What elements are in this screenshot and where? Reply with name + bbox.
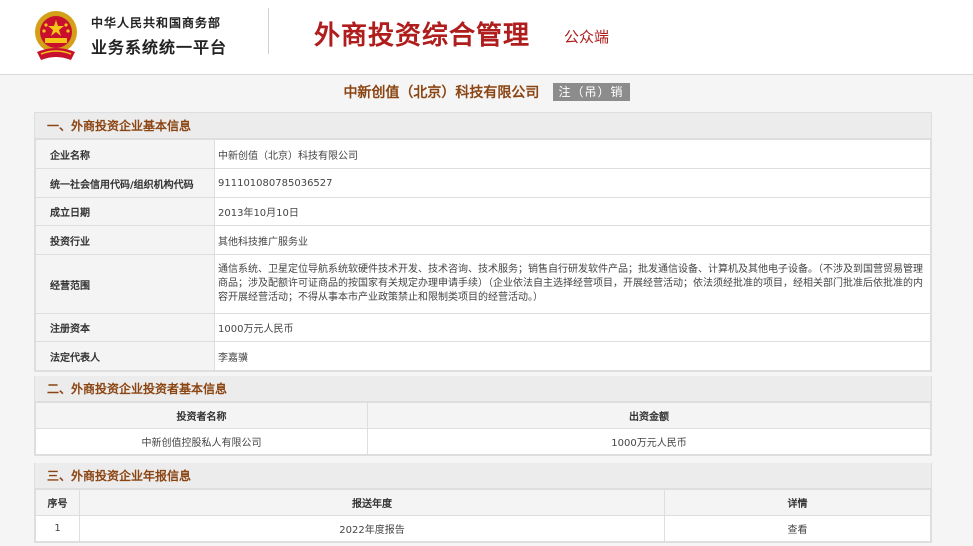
info-label: 企业名称 (35, 139, 215, 169)
header-divider (268, 8, 269, 54)
contribution-cell: 1000万元人民币 (367, 428, 931, 455)
view-details-link[interactable]: 查看 (788, 525, 808, 536)
info-value: 李嘉骥 (214, 341, 931, 371)
info-value: 911101080785036527 (214, 168, 931, 198)
annual-report-panel: 三、外商投资企业年报信息 序号 报送年度 详情 1 2022年度报告 查看 (34, 463, 932, 543)
info-value: 2013年10月10日 (214, 197, 931, 226)
section-title-annual-report: 三、外商投资企业年报信息 (35, 463, 931, 489)
view-details-cell: 查看 (664, 515, 931, 542)
app-subtitle: 公众端 (564, 28, 610, 46)
info-value: 其他科技推广服务业 (214, 225, 931, 255)
national-emblem-icon (35, 11, 77, 60)
investor-name-cell: 中新创值控股私人有限公司 (35, 428, 368, 455)
info-row-established-date: 成立日期 2013年10月10日 (35, 197, 931, 226)
info-value: 1000万元人民币 (214, 313, 931, 342)
basic-info-table: 企业名称 中新创值（北京）科技有限公司 统一社会信用代码/组织机构代码 9111… (35, 139, 931, 371)
main-content: 中新创值（北京）科技有限公司 注（吊）销 一、外商投资企业基本信息 企业名称 中… (0, 75, 973, 546)
info-label: 统一社会信用代码/组织机构代码 (35, 168, 215, 198)
company-bar: 中新创值（北京）科技有限公司 注（吊）销 (0, 81, 973, 107)
info-label: 经营范围 (35, 254, 215, 314)
investor-table: 投资者名称 出资金额 中新创值控股私人有限公司 1000万元人民币 (35, 402, 931, 455)
section-title-investor-info: 二、外商投资企业投资者基本信息 (35, 376, 931, 402)
info-row-industry: 投资行业 其他科技推广服务业 (35, 225, 931, 255)
status-badge: 注（吊）销 (552, 82, 630, 101)
table-row: 中新创值控股私人有限公司 1000万元人民币 (35, 428, 931, 455)
info-label: 投资行业 (35, 225, 215, 255)
table-header-row: 序号 报送年度 详情 (35, 489, 931, 516)
column-header-report-year: 报送年度 (79, 489, 665, 516)
info-row-company-name: 企业名称 中新创值（北京）科技有限公司 (35, 139, 931, 169)
info-label: 法定代表人 (35, 341, 215, 371)
org-name-line1: 中华人民共和国商务部 (91, 16, 222, 30)
column-header-investor-name: 投资者名称 (35, 402, 368, 429)
info-value: 通信系统、卫星定位导航系统软硬件技术开发、技术咨询、技术服务；销售自行研发软件产… (214, 254, 931, 314)
table-header-row: 投资者名称 出资金额 (35, 402, 931, 429)
info-row-legal-representative: 法定代表人 李嘉骥 (35, 341, 931, 371)
info-value: 中新创值（北京）科技有限公司 (214, 139, 931, 169)
info-label: 成立日期 (35, 197, 215, 226)
column-header-contribution: 出资金额 (367, 402, 931, 429)
annual-report-table: 序号 报送年度 详情 1 2022年度报告 查看 (35, 489, 931, 542)
info-row-credit-code: 统一社会信用代码/组织机构代码 911101080785036527 (35, 168, 931, 198)
investor-info-panel: 二、外商投资企业投资者基本信息 投资者名称 出资金额 中新创值控股私人有限公司 … (34, 376, 932, 456)
info-row-registered-capital: 注册资本 1000万元人民币 (35, 313, 931, 342)
report-year-cell: 2022年度报告 (79, 515, 665, 542)
table-row: 1 2022年度报告 查看 (35, 515, 931, 542)
info-label: 注册资本 (35, 313, 215, 342)
page-header: 中华人民共和国商务部 业务系统统一平台 外商投资综合管理 公众端 (0, 0, 973, 75)
info-row-business-scope: 经营范围 通信系统、卫星定位导航系统软硬件技术开发、技术咨询、技术服务；销售自行… (35, 254, 931, 314)
column-header-details: 详情 (664, 489, 931, 516)
index-cell: 1 (35, 515, 80, 542)
column-header-index: 序号 (35, 489, 80, 516)
org-name-line2: 业务系统统一平台 (91, 38, 228, 57)
app-title: 外商投资综合管理 (314, 21, 531, 51)
company-title: 中新创值（北京）科技有限公司 (343, 84, 540, 101)
basic-info-panel: 一、外商投资企业基本信息 企业名称 中新创值（北京）科技有限公司 统一社会信用代… (34, 112, 932, 372)
section-title-basic-info: 一、外商投资企业基本信息 (35, 113, 931, 139)
